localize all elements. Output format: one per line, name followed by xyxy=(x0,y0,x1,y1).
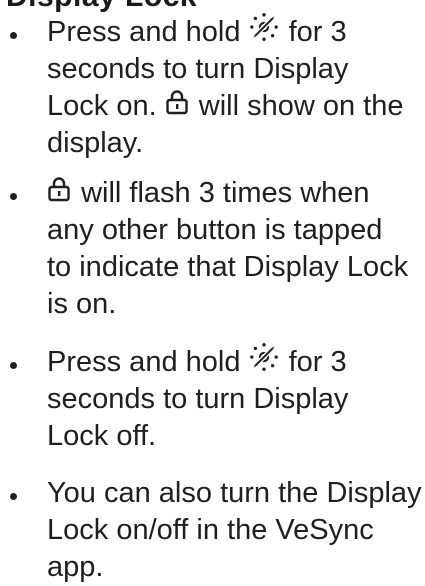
bullet-line: Press and hold for 3 xyxy=(47,12,425,51)
bullet-text-fragment: for 3 xyxy=(288,346,347,378)
display-brightness-off-icon xyxy=(249,342,279,372)
bullet-text-fragment: Lock on. xyxy=(47,90,157,122)
bullet-line: Lock off. xyxy=(47,420,157,452)
bullet-text-fragment: will flash 3 times when xyxy=(81,177,370,209)
bullet-line: app. xyxy=(47,551,104,583)
bullet-line: is on. xyxy=(47,288,117,320)
lock-icon xyxy=(165,89,189,115)
bullet-dot xyxy=(10,32,17,39)
section-heading: Display Lock xyxy=(6,0,197,12)
bullet-dot xyxy=(10,362,17,369)
bullet-line: Lock on. will show on the xyxy=(47,88,425,125)
bullet-dot xyxy=(10,493,17,500)
bullet-line: seconds to turn Display xyxy=(47,383,349,415)
bullet-line: Lock on/off in the VeSync xyxy=(47,514,374,546)
bullet-line: Press and hold for 3 xyxy=(47,342,425,381)
display-brightness-off-icon xyxy=(249,12,279,42)
bullet-text-fragment: Press and hold xyxy=(47,16,241,48)
bullet-text-fragment: will show on the xyxy=(198,90,404,122)
bullet-dot xyxy=(10,193,17,200)
bullet-line: to indicate that Display Lock xyxy=(47,251,409,283)
bullet-line: seconds to turn Display xyxy=(47,53,349,85)
bullet-line: any other button is tapped xyxy=(47,214,383,246)
bullet-text-fragment: for 3 xyxy=(288,16,347,48)
bullet-line: display. xyxy=(47,127,144,159)
bullet-line: You can also turn the Display xyxy=(47,477,422,509)
bullet-text-fragment: Press and hold xyxy=(47,346,241,378)
lock-icon xyxy=(47,176,71,202)
bullet-line: will flash 3 times when xyxy=(47,175,425,212)
